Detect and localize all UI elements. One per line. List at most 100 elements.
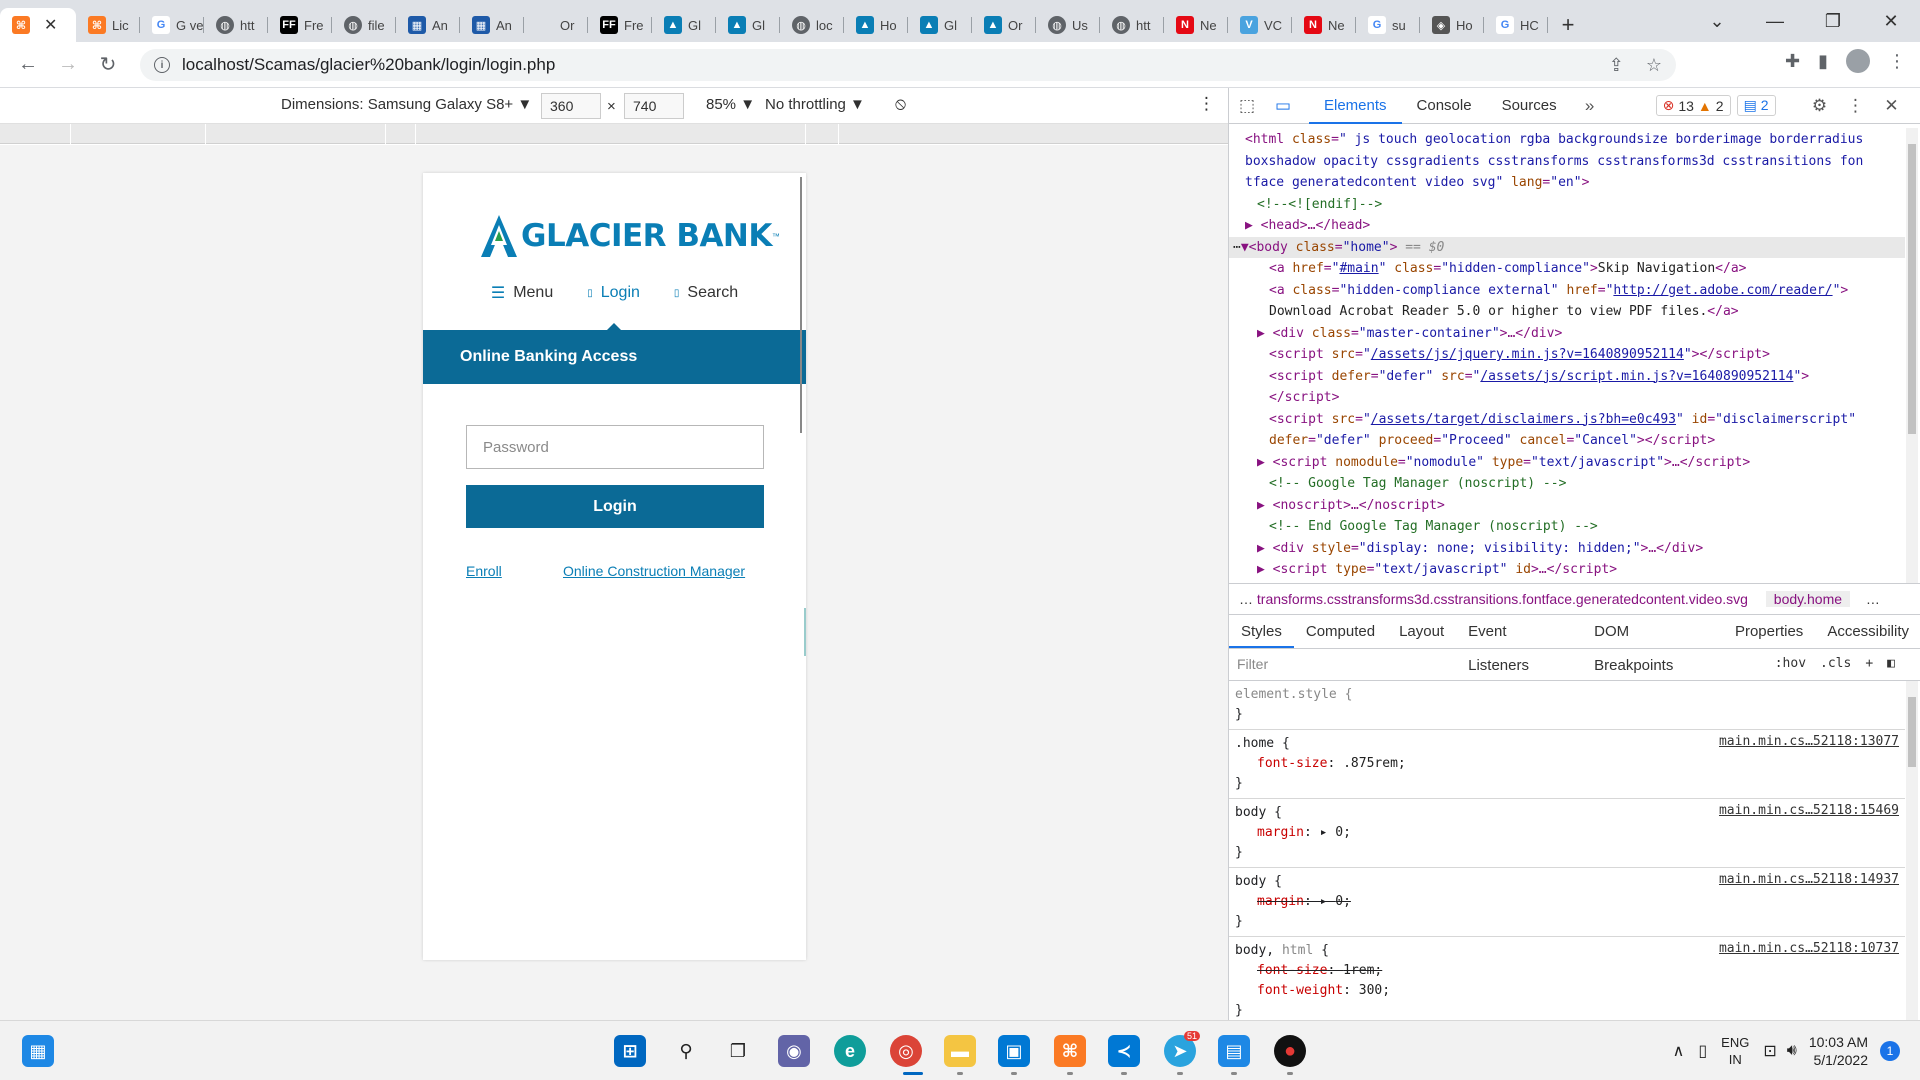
- extensions-icon[interactable]: ✚: [1785, 51, 1800, 72]
- hov-toggle[interactable]: :hov: [1775, 656, 1806, 671]
- store-icon[interactable]: ▣: [998, 1035, 1030, 1067]
- zoom-select[interactable]: 85% ▼: [706, 96, 755, 113]
- breadcrumb-body[interactable]: body.home: [1765, 591, 1851, 607]
- dom-node-selected[interactable]: ⋯▼<body class="home"> == $0: [1229, 236, 1905, 258]
- subtab-styles[interactable]: Styles: [1229, 615, 1294, 648]
- styles-filter-input[interactable]: Filter :hov .cls + ◧: [1229, 649, 1920, 681]
- style-rule[interactable]: body, html { main.min.cs…52118:10737 fon…: [1229, 937, 1905, 1020]
- style-rule[interactable]: body { main.min.cs…52118:15469 margin: ▸…: [1229, 799, 1905, 868]
- dom-node[interactable]: <a class="hidden-compliance external" hr…: [1229, 280, 1905, 302]
- bookmark-star-icon[interactable]: ☆: [1646, 55, 1662, 76]
- style-source-link[interactable]: main.min.cs…52118:10737: [1719, 941, 1899, 956]
- dom-node[interactable]: <script src="/assets/target/disclaimers.…: [1229, 409, 1905, 431]
- style-rule[interactable]: body { main.min.cs…52118:14937 margin: ▸…: [1229, 868, 1905, 937]
- xampp-icon[interactable]: ⌘: [1054, 1035, 1086, 1067]
- browser-tab[interactable]: ⌘ Lic: [76, 8, 140, 42]
- side-panel-icon[interactable]: ▮: [1818, 51, 1828, 72]
- dom-node[interactable]: ▶ <script type="text/javascript" id>…</s…: [1229, 559, 1905, 581]
- dom-comment[interactable]: <!--<![endif]-->: [1229, 194, 1905, 216]
- browser-tab[interactable]: G G ve: [140, 8, 204, 42]
- profile-avatar[interactable]: [1846, 49, 1870, 73]
- browser-tab[interactable]: N Ne: [1292, 8, 1356, 42]
- settings-gear-icon[interactable]: ⚙: [1802, 96, 1838, 116]
- tab-elements[interactable]: Elements: [1309, 88, 1402, 124]
- password-input[interactable]: [466, 425, 764, 469]
- notepad-icon[interactable]: ▤: [1218, 1035, 1250, 1067]
- browser-tab[interactable]: ▲ Gl: [908, 8, 972, 42]
- chrome-icon[interactable]: ◎: [890, 1035, 922, 1067]
- tab-sources[interactable]: Sources: [1487, 88, 1572, 124]
- nav-login[interactable]: ▯ Login: [587, 283, 640, 303]
- close-devtools-icon[interactable]: ✕: [1874, 96, 1910, 116]
- online-construction-manager-link[interactable]: Online Construction Manager: [563, 563, 745, 579]
- tab-active[interactable]: ⌘ ✕: [0, 8, 76, 42]
- styles-pane[interactable]: element.style { } .home { main.min.cs…52…: [1229, 681, 1905, 1020]
- messages-badge[interactable]: ▤ 2: [1736, 95, 1776, 116]
- dom-tree-scrollbar[interactable]: [1906, 128, 1918, 583]
- task-view-icon[interactable]: ❐: [722, 1035, 754, 1067]
- reload-icon[interactable]: ↻: [88, 45, 128, 85]
- clock[interactable]: 10:03 AM 5/1/2022: [1809, 1033, 1868, 1069]
- login-button[interactable]: Login: [466, 485, 764, 528]
- browser-tab[interactable]: V VC: [1228, 8, 1292, 42]
- more-tabs-icon[interactable]: »: [1572, 96, 1608, 116]
- browser-tab[interactable]: N Ne: [1164, 8, 1228, 42]
- share-icon[interactable]: ⇪: [1609, 55, 1624, 76]
- address-bar[interactable]: i localhost/Scamas/glacier%20bank/login/…: [140, 49, 1676, 81]
- browser-tab[interactable]: ◍ Us: [1036, 8, 1100, 42]
- edge-icon[interactable]: e: [834, 1035, 866, 1067]
- browser-menu-icon[interactable]: ⋮: [1888, 51, 1906, 72]
- rotate-icon[interactable]: ⦸: [895, 94, 906, 114]
- browser-tab[interactable]: ◈ Ho: [1420, 8, 1484, 42]
- enroll-link[interactable]: Enroll: [466, 563, 502, 579]
- dom-node[interactable]: <script defer="defer" src="/assets/js/sc…: [1229, 366, 1905, 388]
- start-icon[interactable]: ⊞: [614, 1035, 646, 1067]
- dom-node[interactable]: ▶ <div style="display: none; visibility:…: [1229, 538, 1905, 560]
- nav-menu[interactable]: ☰ Menu: [491, 283, 553, 303]
- site-info-icon[interactable]: i: [154, 57, 170, 73]
- browser-tab[interactable]: FF Fre: [588, 8, 652, 42]
- notification-badge[interactable]: 1: [1880, 1041, 1900, 1061]
- page-scrollbar[interactable]: [800, 177, 802, 433]
- close-window-icon[interactable]: ✕: [1862, 11, 1920, 32]
- new-tab-button[interactable]: +: [1548, 8, 1588, 42]
- subtab-properties[interactable]: Properties: [1723, 615, 1815, 648]
- restore-icon[interactable]: ❐: [1804, 11, 1862, 32]
- dom-node[interactable]: ▶ <noscript>…</noscript>: [1229, 495, 1905, 517]
- browser-tab[interactable]: ▦ An: [460, 8, 524, 42]
- dom-node[interactable]: <script src="/assets/js/jquery.min.js?v=…: [1229, 344, 1905, 366]
- back-icon[interactable]: ←: [8, 45, 48, 85]
- dom-node[interactable]: Download Acrobat Reader 5.0 or higher to…: [1229, 301, 1905, 323]
- usb-icon[interactable]: ▯: [1698, 1041, 1707, 1061]
- browser-tab[interactable]: ▲ Gl: [716, 8, 780, 42]
- browser-tab[interactable]: ▲ Gl: [652, 8, 716, 42]
- device-dimensions-select[interactable]: Dimensions: Samsung Galaxy S8+ ▼: [281, 96, 532, 113]
- style-source-link[interactable]: main.min.cs…52118:14937: [1719, 872, 1899, 887]
- forward-icon[interactable]: →: [48, 45, 88, 85]
- device-height-input[interactable]: 740: [624, 93, 684, 119]
- dom-node[interactable]: ▶ <head>…</head>: [1229, 215, 1905, 237]
- dom-node[interactable]: <html class=" js touch geolocation rgba …: [1229, 129, 1905, 151]
- device-more-icon[interactable]: ⋮: [1198, 94, 1215, 114]
- browser-tab[interactable]: ◍ htt: [1100, 8, 1164, 42]
- network-icon[interactable]: ⊡: [1763, 1041, 1776, 1061]
- device-width-input[interactable]: 360: [541, 93, 601, 119]
- language-indicator[interactable]: ENG IN: [1721, 1034, 1749, 1068]
- dom-node[interactable]: <a href="#main" class="hidden-compliance…: [1229, 258, 1905, 280]
- browser-tab[interactable]: ◍ htt: [204, 8, 268, 42]
- browser-tab[interactable]: ▲ Ho: [844, 8, 908, 42]
- devtools-menu-icon[interactable]: ⋮: [1838, 96, 1874, 116]
- dom-node[interactable]: ▶ <script nomodule="nomodule" type="text…: [1229, 452, 1905, 474]
- browser-tab[interactable]: FF Fre: [268, 8, 332, 42]
- dom-node[interactable]: </script>: [1229, 387, 1905, 409]
- dom-comment[interactable]: <!-- Google Tag Manager (noscript) -->: [1229, 473, 1905, 495]
- browser-tab[interactable]: ▦ An: [396, 8, 460, 42]
- subtab-accessibility[interactable]: Accessibility: [1815, 615, 1920, 648]
- subtab-dom-breakpoints[interactable]: DOM Breakpoints: [1582, 615, 1723, 674]
- new-rule-icon[interactable]: +: [1865, 656, 1873, 671]
- recorder-icon[interactable]: ●: [1274, 1035, 1306, 1067]
- subtab-computed[interactable]: Computed: [1294, 615, 1387, 648]
- dom-node[interactable]: tface generatedcontent video svg" lang="…: [1229, 172, 1905, 194]
- tab-search-icon[interactable]: ⌄: [1688, 11, 1746, 32]
- subtab-event-listeners[interactable]: Event Listeners: [1456, 615, 1582, 674]
